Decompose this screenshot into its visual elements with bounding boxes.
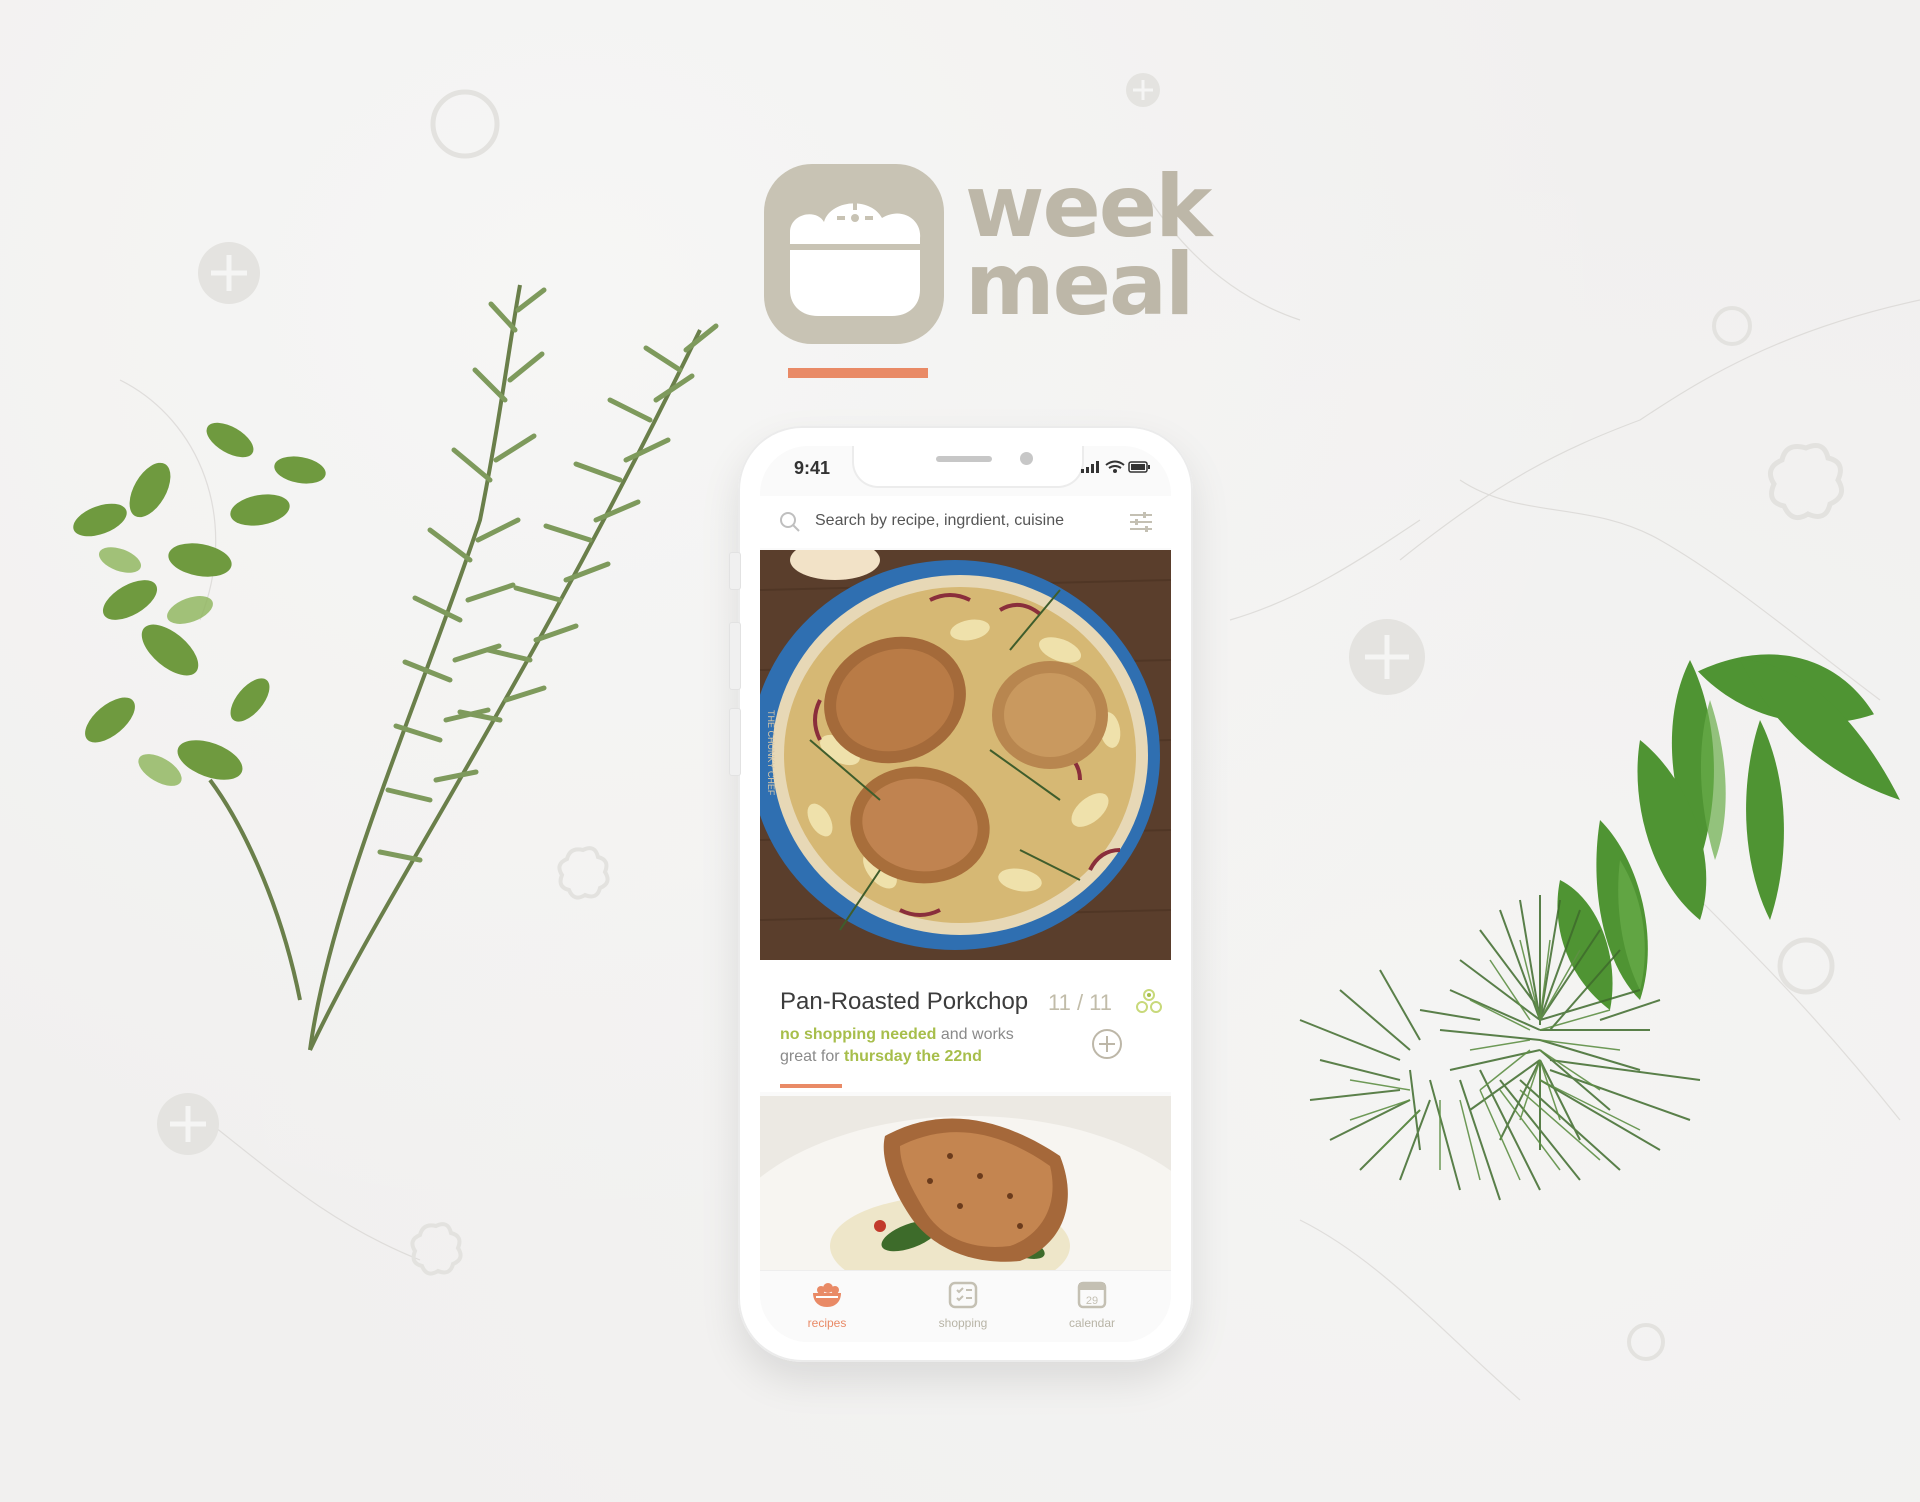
decor-flower-2 bbox=[557, 846, 610, 900]
phone-side-button-volume-down bbox=[729, 708, 741, 776]
decor-ring-4 bbox=[1627, 1323, 1665, 1361]
recipe-title[interactable]: Pan-Roasted Porkchop bbox=[780, 988, 1028, 1016]
recipe-photo-porkchop[interactable]: THE CHUNKY CHEF bbox=[760, 550, 1171, 960]
recipe-card-info[interactable]: Pan-Roasted Porkchop 11 / 11 no shopping… bbox=[760, 960, 1171, 1092]
logo-word-meal: meal bbox=[965, 235, 1194, 335]
bowl-icon bbox=[813, 1283, 841, 1307]
ingredient-count: 11 / 11 bbox=[1048, 990, 1113, 1015]
tab-shopping-label: shopping bbox=[938, 1316, 988, 1330]
phone-mockup: 9:41 Search by recipe, ingrdient, cuisin… bbox=[729, 426, 1193, 1362]
photo-watermark: THE CHUNKY CHEF bbox=[766, 710, 776, 796]
app-screen: 9:41 Search by recipe, ingrdient, cuisin… bbox=[760, 446, 1171, 1342]
speaker-grille bbox=[936, 456, 992, 462]
decor-plus-1 bbox=[1126, 73, 1160, 107]
desc-highlight-day: thursday the 22nd bbox=[844, 1048, 982, 1065]
phone-side-button-mute bbox=[729, 552, 741, 590]
decor-plus-3 bbox=[1349, 619, 1425, 695]
filter-sliders-icon[interactable] bbox=[1129, 510, 1153, 534]
battery-icon bbox=[1128, 461, 1150, 473]
search-input[interactable]: Search by recipe, ingrdient, cuisine bbox=[815, 512, 1064, 530]
decor-ring-1 bbox=[430, 89, 500, 159]
logo-accent-bar bbox=[788, 368, 928, 378]
decor-flower-3 bbox=[410, 1222, 463, 1276]
card-accent-underline bbox=[780, 1084, 842, 1088]
phone-notch bbox=[852, 446, 1084, 488]
phone-side-button-volume-up bbox=[729, 622, 741, 690]
decor-flower-1 bbox=[1767, 443, 1845, 521]
search-icon bbox=[780, 512, 800, 532]
checklist-icon bbox=[948, 1281, 978, 1309]
add-to-plan-icon[interactable] bbox=[1091, 1028, 1123, 1060]
herb-dill-greens-image bbox=[1299, 654, 1900, 1201]
signal-icon bbox=[1081, 461, 1099, 473]
wifi-icon bbox=[1105, 460, 1125, 469]
status-time: 9:41 bbox=[794, 458, 831, 478]
recipe-photo-fish[interactable] bbox=[760, 1096, 1171, 1276]
calendar-icon: 29 bbox=[1077, 1281, 1107, 1309]
decor-ring-2 bbox=[1712, 306, 1752, 346]
calendar-badge: 29 bbox=[1086, 1295, 1098, 1307]
app-logo-icon bbox=[764, 164, 944, 344]
app-logo-wordmark: week meal bbox=[965, 164, 1212, 335]
tab-recipes[interactable]: recipes bbox=[777, 1281, 877, 1330]
herb-rosemary-mint-image bbox=[73, 284, 719, 1051]
tab-shopping[interactable]: shopping bbox=[913, 1281, 1013, 1330]
decor-ring-3 bbox=[1777, 937, 1835, 995]
bottom-tab-bar: recipes shopping 29 calendar bbox=[760, 1270, 1171, 1342]
tab-calendar[interactable]: 29 calendar bbox=[1042, 1281, 1142, 1330]
ingredients-circles-icon[interactable] bbox=[1135, 988, 1163, 1014]
search-bar[interactable]: Search by recipe, ingrdient, cuisine bbox=[760, 496, 1171, 548]
status-icons bbox=[1081, 460, 1151, 479]
recipe-description: no shopping needed and works great for t… bbox=[780, 1024, 1030, 1068]
decor-plus-2 bbox=[198, 242, 260, 304]
decor-plus-4 bbox=[157, 1093, 219, 1155]
desc-highlight-shopping: no shopping needed bbox=[780, 1026, 937, 1043]
tab-calendar-label: calendar bbox=[1068, 1316, 1116, 1330]
front-camera bbox=[1020, 452, 1033, 465]
tab-recipes-label: recipes bbox=[807, 1316, 847, 1330]
